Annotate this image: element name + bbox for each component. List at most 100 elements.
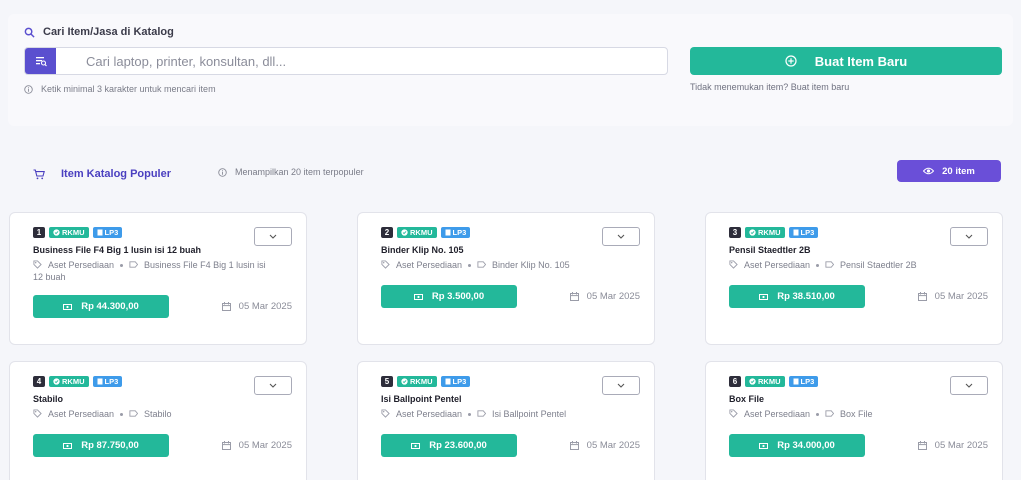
expand-button[interactable] — [950, 376, 988, 395]
tag-icon — [381, 260, 390, 269]
label-icon — [825, 261, 835, 268]
lp3-tag-label: LP3 — [104, 377, 119, 386]
document-icon — [97, 378, 102, 385]
catalog-card[interactable]: 4 RKMU LP3 Stabilo Aset Persediaan Stabil… — [9, 361, 307, 480]
price-badge: Rp 38.510,00 — [729, 285, 865, 308]
rkmu-tag-label: RKMU — [410, 377, 433, 386]
chevron-down-icon — [617, 234, 625, 239]
search-button[interactable] — [25, 48, 56, 74]
plus-circle-icon — [785, 55, 797, 67]
calendar-icon — [917, 292, 927, 301]
rank-badge: 3 — [729, 227, 741, 238]
separator-dot — [816, 264, 820, 268]
money-icon — [413, 293, 423, 300]
item-subcategory: Isi Ballpoint Pentel — [492, 409, 567, 419]
price-label: Rp 34.000,00 — [777, 440, 835, 451]
catalog-card[interactable]: 3 RKMU LP3 Pensil Staedtler 2B Aset Pers… — [705, 212, 1003, 345]
price-label: Rp 87.750,00 — [81, 440, 139, 451]
item-date-label: 05 Mar 2025 — [586, 440, 640, 451]
label-icon — [477, 261, 487, 268]
label-icon — [129, 261, 139, 268]
info-icon — [24, 84, 33, 94]
rkmu-tag-label: RKMU — [410, 228, 433, 237]
calendar-icon — [569, 441, 579, 450]
rkmu-tag: RKMU — [397, 227, 437, 238]
catalog-card[interactable]: 5 RKMU LP3 Isi Ballpoint Pentel Aset Per… — [357, 361, 655, 480]
item-date: 05 Mar 2025 — [917, 440, 988, 451]
expand-button[interactable] — [602, 227, 640, 246]
catalog-card[interactable]: 2 RKMU LP3 Binder Klip No. 105 Aset Pers… — [357, 212, 655, 345]
rkmu-tag-label: RKMU — [62, 377, 85, 386]
info-icon — [218, 167, 227, 177]
item-name: Business File F4 Big 1 lusin isi 12 buah — [33, 245, 202, 255]
price-label: Rp 23.600,00 — [429, 440, 487, 451]
create-hint: Tidak menemukan item? Buat item baru — [690, 82, 850, 92]
search-input[interactable] — [56, 48, 667, 74]
label-icon — [477, 410, 487, 417]
card-badges: 1 RKMU LP3 — [33, 227, 123, 238]
label-icon — [129, 410, 139, 417]
money-icon — [759, 442, 769, 449]
catalog-card[interactable]: 6 RKMU LP3 Box File Aset Persediaan Box F… — [705, 361, 1003, 480]
item-date-label: 05 Mar 2025 — [238, 440, 292, 451]
lp3-tag: LP3 — [440, 376, 471, 387]
rkmu-tag: RKMU — [745, 227, 785, 238]
item-name: Pensil Staedtler 2B — [729, 245, 811, 255]
rkmu-tag: RKMU — [397, 376, 437, 387]
item-category: Aset Persediaan — [396, 409, 463, 419]
lp3-tag-label: LP3 — [800, 228, 815, 237]
money-icon — [63, 442, 73, 449]
item-meta: Aset Persediaan Stabilo — [33, 408, 273, 420]
separator-dot — [468, 264, 472, 268]
price-badge: Rp 23.600,00 — [381, 434, 517, 457]
expand-button[interactable] — [254, 227, 292, 246]
create-item-button[interactable]: Buat Item Baru — [690, 47, 1002, 75]
item-name: Box File — [729, 394, 765, 404]
label-icon — [825, 410, 835, 417]
item-date: 05 Mar 2025 — [569, 440, 640, 451]
cart-icon — [33, 168, 45, 179]
catalog-card[interactable]: 1 RKMU LP3 Business File F4 Big 1 lusin … — [9, 212, 307, 345]
document-icon — [793, 378, 798, 385]
item-date: 05 Mar 2025 — [221, 301, 292, 312]
lp3-tag-label: LP3 — [452, 228, 467, 237]
card-badges: 2 RKMU LP3 — [381, 227, 471, 238]
tag-icon — [381, 409, 390, 418]
tag-icon — [33, 260, 42, 269]
item-date-label: 05 Mar 2025 — [934, 440, 988, 451]
separator-dot — [120, 413, 124, 417]
expand-button[interactable] — [602, 376, 640, 395]
popular-header: Item Katalog Populer Menampilkan 20 item… — [0, 152, 1021, 192]
item-subcategory: Pensil Staedtler 2B — [840, 260, 917, 270]
item-category: Aset Persediaan — [744, 260, 811, 270]
tag-icon — [33, 409, 42, 418]
price-badge: Rp 44.300,00 — [33, 295, 169, 318]
popular-subtitle: Menampilkan 20 item terpopuler — [218, 167, 364, 177]
money-icon — [63, 303, 73, 310]
search-box — [24, 47, 668, 75]
item-name: Isi Ballpoint Pentel — [381, 394, 462, 404]
separator-dot — [120, 264, 124, 268]
item-meta: Aset Persediaan Business File F4 Big 1 lu… — [33, 259, 273, 283]
calendar-icon — [569, 292, 579, 301]
lp3-tag-label: LP3 — [452, 377, 467, 386]
rkmu-tag: RKMU — [49, 227, 89, 238]
check-circle-icon — [53, 378, 60, 385]
separator-dot — [816, 413, 820, 417]
search-hint: Ketik minimal 3 karakter untuk mencari i… — [24, 84, 216, 94]
lp3-tag: LP3 — [92, 227, 123, 238]
popular-subtitle-text: Menampilkan 20 item terpopuler — [235, 167, 364, 177]
expand-button[interactable] — [254, 376, 292, 395]
document-icon — [445, 378, 450, 385]
item-meta: Aset Persediaan Pensil Staedtler 2B — [729, 259, 969, 271]
card-badges: 5 RKMU LP3 — [381, 376, 471, 387]
calendar-icon — [221, 441, 231, 450]
separator-dot — [468, 413, 472, 417]
expand-button[interactable] — [950, 227, 988, 246]
item-count-badge: 20 item — [897, 160, 1001, 182]
rank-badge: 5 — [381, 376, 393, 387]
search-title: Cari Item/Jasa di Katalog — [24, 26, 174, 38]
search-icon — [24, 27, 35, 38]
lp3-tag-label: LP3 — [104, 228, 119, 237]
rkmu-tag-label: RKMU — [758, 228, 781, 237]
